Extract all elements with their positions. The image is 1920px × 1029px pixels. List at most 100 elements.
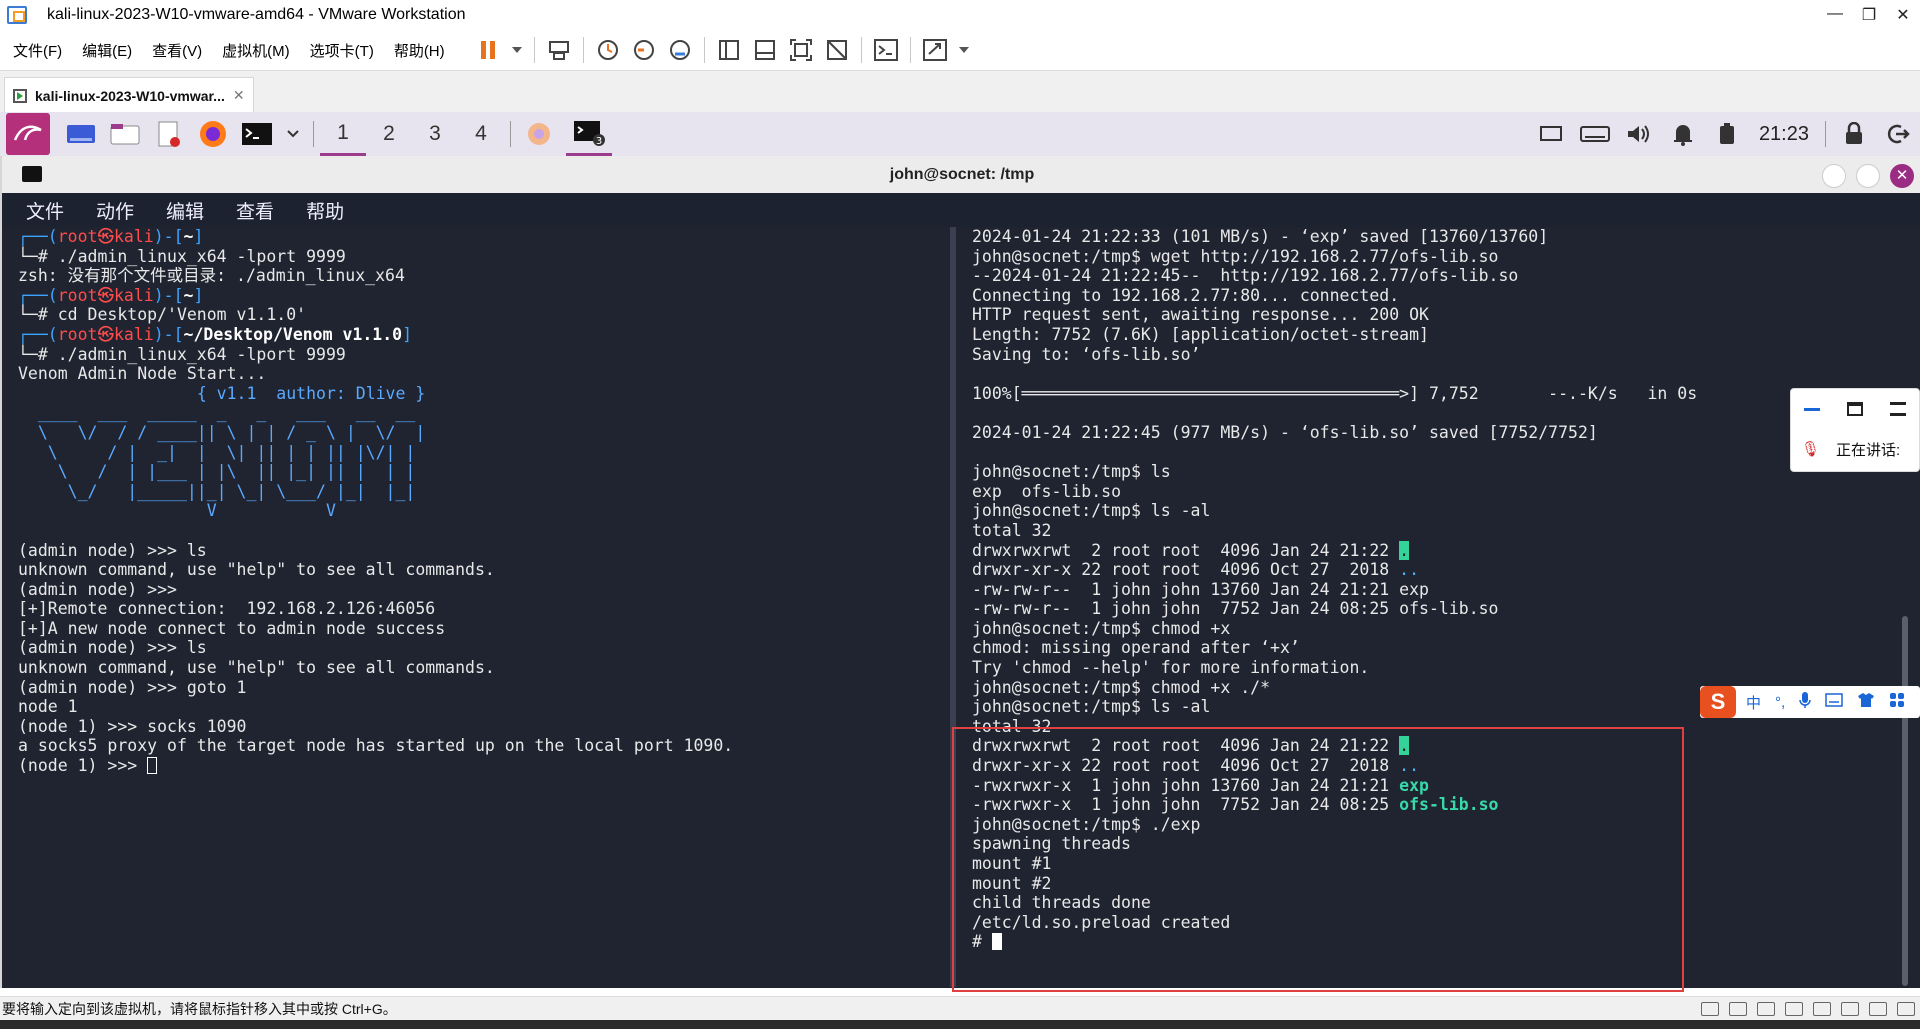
terminal-close-button[interactable]: ✕ bbox=[1890, 164, 1914, 188]
terminal-menu-view[interactable]: 查看 bbox=[236, 197, 274, 224]
venom-banner-version: { v1.1 author: Dlive } bbox=[196, 383, 426, 403]
menu-vm[interactable]: 虚拟机(M) bbox=[215, 40, 297, 61]
minimize-button[interactable]: — bbox=[1818, 5, 1852, 25]
close-icon[interactable]: ✕ bbox=[233, 87, 245, 104]
window-title: kali-linux-2023-W10-vmware-amd64 - VMwar… bbox=[47, 6, 466, 23]
unity-icon[interactable] bbox=[823, 36, 851, 64]
display-device-icon[interactable] bbox=[1869, 1001, 1887, 1016]
workspace-2[interactable]: 2 bbox=[366, 112, 412, 156]
terminal-line: (admin node) >>> bbox=[18, 579, 177, 599]
pane-divider[interactable] bbox=[950, 227, 956, 987]
vm-tabstrip: kali-linux-2023-W10-vmwar... ✕ bbox=[0, 70, 1920, 113]
chevron-down-icon[interactable] bbox=[284, 117, 302, 151]
terminal-line: /etc/ld.so.preload created bbox=[972, 912, 1231, 932]
close-button[interactable]: ✕ bbox=[1886, 5, 1920, 25]
menu-tabs[interactable]: 选项卡(T) bbox=[303, 40, 381, 61]
terminal-maximize-button[interactable] bbox=[1856, 164, 1880, 188]
display-icon[interactable] bbox=[1534, 117, 1568, 151]
terminal-menu-help[interactable]: 帮助 bbox=[306, 197, 344, 224]
message-icon[interactable] bbox=[1897, 1001, 1915, 1016]
terminal-line: drwxr-xr-x 22 root root 4096 Oct 27 2018… bbox=[972, 756, 1420, 776]
terminal-line: HTTP request sent, awaiting response... … bbox=[972, 305, 1429, 325]
terminal-menu-file[interactable]: 文件 bbox=[26, 197, 64, 224]
text-editor-icon[interactable] bbox=[152, 117, 186, 151]
menu-edit[interactable]: 编辑(E) bbox=[75, 40, 139, 61]
kali-menu-icon[interactable] bbox=[6, 113, 50, 155]
printer-icon[interactable] bbox=[1841, 1001, 1859, 1016]
snapshot-manager-icon[interactable] bbox=[666, 36, 694, 64]
terminal-window[interactable]: john@socnet: /tmp ✕ 文件 动作 编辑 查看 帮助 ┌──(r… bbox=[0, 156, 1920, 988]
network-icon[interactable] bbox=[1757, 1001, 1775, 1016]
workspace-4[interactable]: 4 bbox=[458, 112, 504, 156]
terminal-line: └─# cd Desktop/'Venom v1.1.0' bbox=[18, 305, 307, 325]
ime-toolbar[interactable]: S 中 °, bbox=[1700, 686, 1920, 718]
progress-line: 100%[═══════════════════════════════════… bbox=[972, 383, 1698, 403]
right-pane-scrollbar[interactable] bbox=[1902, 616, 1908, 986]
workspace-1[interactable]: 1 bbox=[320, 112, 366, 156]
usb-icon[interactable] bbox=[1785, 1001, 1803, 1016]
terminal-line: john@socnet:/tmp$ ls bbox=[972, 462, 1171, 482]
send-keys-icon[interactable] bbox=[545, 36, 573, 64]
terminal-minimize-button[interactable] bbox=[1822, 164, 1846, 188]
cdrom-icon[interactable] bbox=[1729, 1001, 1747, 1016]
meeting-panel: 🎙 正在讲话: bbox=[1790, 388, 1920, 472]
notification-bell-icon[interactable] bbox=[1666, 117, 1700, 151]
terminal-line: unknown command, use "help" to see all c… bbox=[18, 560, 495, 580]
firefox-task-icon[interactable] bbox=[522, 117, 556, 151]
minimize-icon[interactable] bbox=[1804, 407, 1821, 411]
microphone-icon[interactable] bbox=[1799, 691, 1811, 713]
terminal-line: -rw-rw-r-- 1 john john 13760 Jan 24 21:2… bbox=[972, 579, 1429, 599]
terminal-line: spawning threads bbox=[972, 834, 1131, 854]
skin-icon[interactable] bbox=[1857, 692, 1875, 712]
thumbnail-view-icon[interactable] bbox=[751, 36, 779, 64]
toolbox-icon[interactable] bbox=[1889, 692, 1905, 712]
snapshot-icon[interactable] bbox=[594, 36, 622, 64]
terminal-line: john@socnet:/tmp$ chmod +x bbox=[972, 618, 1231, 638]
workspace-3[interactable]: 3 bbox=[412, 112, 458, 156]
list-icon[interactable] bbox=[1889, 402, 1906, 416]
terminal-line: total 32 bbox=[972, 716, 1052, 736]
library-view-icon[interactable] bbox=[715, 36, 743, 64]
menu-view[interactable]: 查看(V) bbox=[145, 40, 209, 61]
sogou-logo-icon[interactable]: S bbox=[1700, 686, 1736, 718]
lock-icon[interactable] bbox=[1837, 117, 1871, 151]
revert-snapshot-icon[interactable] bbox=[630, 36, 658, 64]
terminal-line: [+]A new node connect to admin node succ… bbox=[18, 618, 446, 638]
cursor bbox=[991, 933, 1002, 951]
panel-clock[interactable]: 21:23 bbox=[1759, 123, 1809, 146]
pause-dropdown-icon[interactable] bbox=[510, 36, 524, 64]
terminal-line: └─# ./admin_linux_x64 -lport 9999 bbox=[18, 246, 346, 266]
menu-file[interactable]: 文件(F) bbox=[6, 40, 69, 61]
soft-keyboard-icon[interactable] bbox=[1825, 693, 1843, 711]
volume-icon[interactable] bbox=[1622, 117, 1656, 151]
terminal-pane-right[interactable]: 2024-01-24 21:22:33 (101 MB/s) - ‘exp’ s… bbox=[972, 227, 1902, 987]
maximize-button[interactable]: ❐ bbox=[1852, 5, 1886, 25]
pause-icon[interactable] bbox=[474, 36, 502, 64]
menu-help[interactable]: 帮助(H) bbox=[387, 40, 452, 61]
terminal-line: -rwxrwxr-x 1 john john 13760 Jan 24 21:2… bbox=[972, 775, 1429, 795]
file-manager-icon[interactable] bbox=[108, 117, 142, 151]
stretch-guest-icon[interactable] bbox=[921, 36, 949, 64]
hdd-icon[interactable] bbox=[1701, 1001, 1719, 1016]
terminal-menu-actions[interactable]: 动作 bbox=[96, 197, 134, 224]
terminal-line: chmod: missing operand after ‘+x’ bbox=[972, 638, 1300, 658]
terminal-menu-edit[interactable]: 编辑 bbox=[166, 197, 204, 224]
firefox-icon[interactable] bbox=[196, 117, 230, 151]
ime-punctuation[interactable]: °, bbox=[1775, 694, 1785, 711]
terminal-icon[interactable] bbox=[240, 117, 274, 151]
sound-icon[interactable] bbox=[1813, 1001, 1831, 1016]
vm-tab-kali[interactable]: kali-linux-2023-W10-vmwar... ✕ bbox=[4, 77, 254, 113]
ime-mode[interactable]: 中 bbox=[1746, 692, 1761, 713]
show-desktop-icon[interactable] bbox=[64, 117, 98, 151]
terminal-line: zsh: 没有那个文件或目录: ./admin_linux_x64 bbox=[18, 266, 405, 286]
stretch-dropdown-icon[interactable] bbox=[957, 36, 971, 64]
console-view-icon[interactable] bbox=[872, 36, 900, 64]
keyboard-icon[interactable] bbox=[1578, 117, 1612, 151]
window-icon[interactable] bbox=[1846, 402, 1863, 416]
terminal-line: Try 'chmod --help' for more information. bbox=[972, 658, 1370, 678]
fullscreen-icon[interactable] bbox=[787, 36, 815, 64]
terminal-pane-left[interactable]: ┌──(root㉿kali)-[~] └─# ./admin_linux_x64 … bbox=[18, 227, 948, 987]
terminal-task-icon[interactable]: 3 bbox=[566, 112, 612, 156]
terminal-line: Saving to: ‘ofs-lib.so’ bbox=[972, 344, 1201, 364]
logout-icon[interactable] bbox=[1881, 117, 1915, 151]
